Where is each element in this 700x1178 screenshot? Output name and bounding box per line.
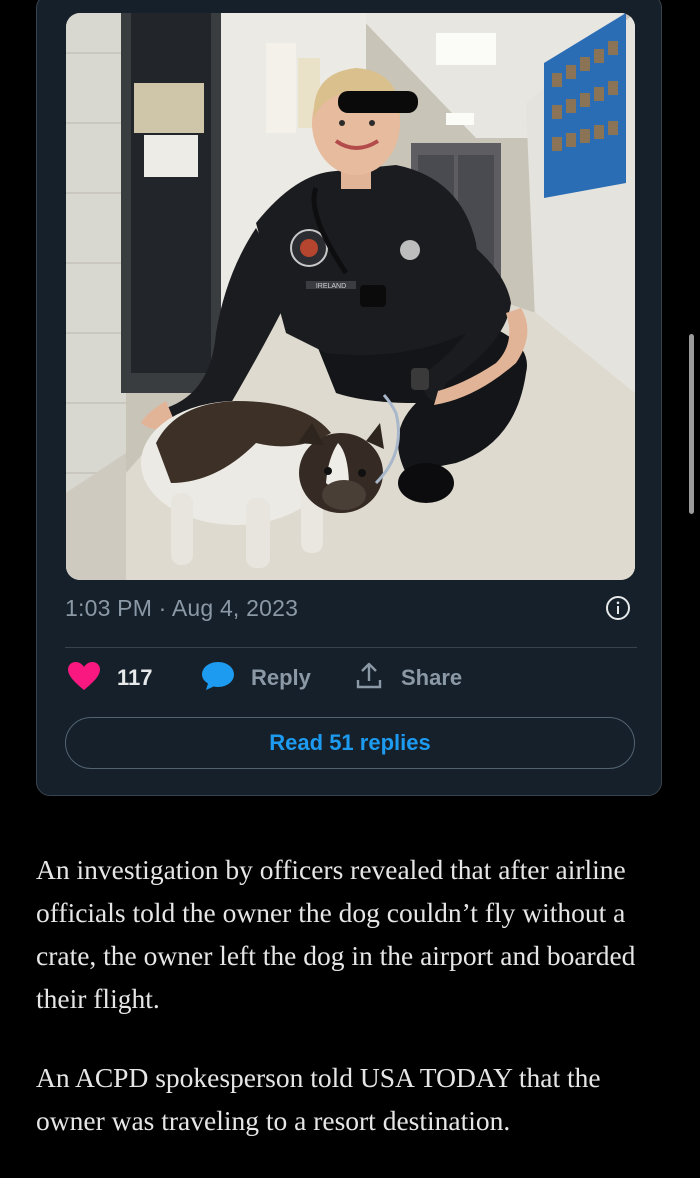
reply-label: Reply: [251, 665, 311, 690]
article-paragraph: An ACPD spokesperson told USA TODAY that…: [36, 1062, 601, 1136]
officer-nameplate: IRELAND: [316, 283, 346, 290]
like-button[interactable]: 117: [67, 660, 153, 696]
wall-sign: [144, 135, 198, 177]
share-upload-icon: [355, 661, 383, 696]
article-paragraph: An investigation by officers revealed th…: [36, 854, 636, 1014]
tweet-meta-row: 1:03 PM · Aug 4, 2023: [65, 591, 637, 631]
tweet-card: IRELAND 1:03 PM · Aug 4, 2023 117 Reply …: [36, 0, 662, 796]
wall-folder: [134, 83, 204, 133]
sunglasses: [338, 91, 418, 113]
info-icon[interactable]: [605, 595, 631, 621]
divider: [65, 647, 637, 648]
heart-icon: [67, 661, 101, 696]
share-button[interactable]: Share: [355, 660, 462, 696]
tweet-timestamp[interactable]: 1:03 PM · Aug 4, 2023: [65, 595, 298, 622]
like-count: 117: [117, 665, 153, 690]
speech-bubble-icon: [201, 661, 235, 696]
scrollbar[interactable]: [689, 334, 694, 514]
tweet-photo[interactable]: IRELAND: [66, 13, 635, 580]
share-label: Share: [401, 665, 463, 690]
reply-button[interactable]: Reply: [201, 660, 311, 696]
ceiling-light: [436, 33, 496, 65]
photo-illustration: IRELAND: [66, 13, 635, 580]
article-body: An investigation by officers revealed th…: [36, 848, 676, 1178]
read-replies-button[interactable]: Read 51 replies: [65, 717, 635, 769]
tweet-actions: 117 Reply Share: [67, 660, 627, 696]
